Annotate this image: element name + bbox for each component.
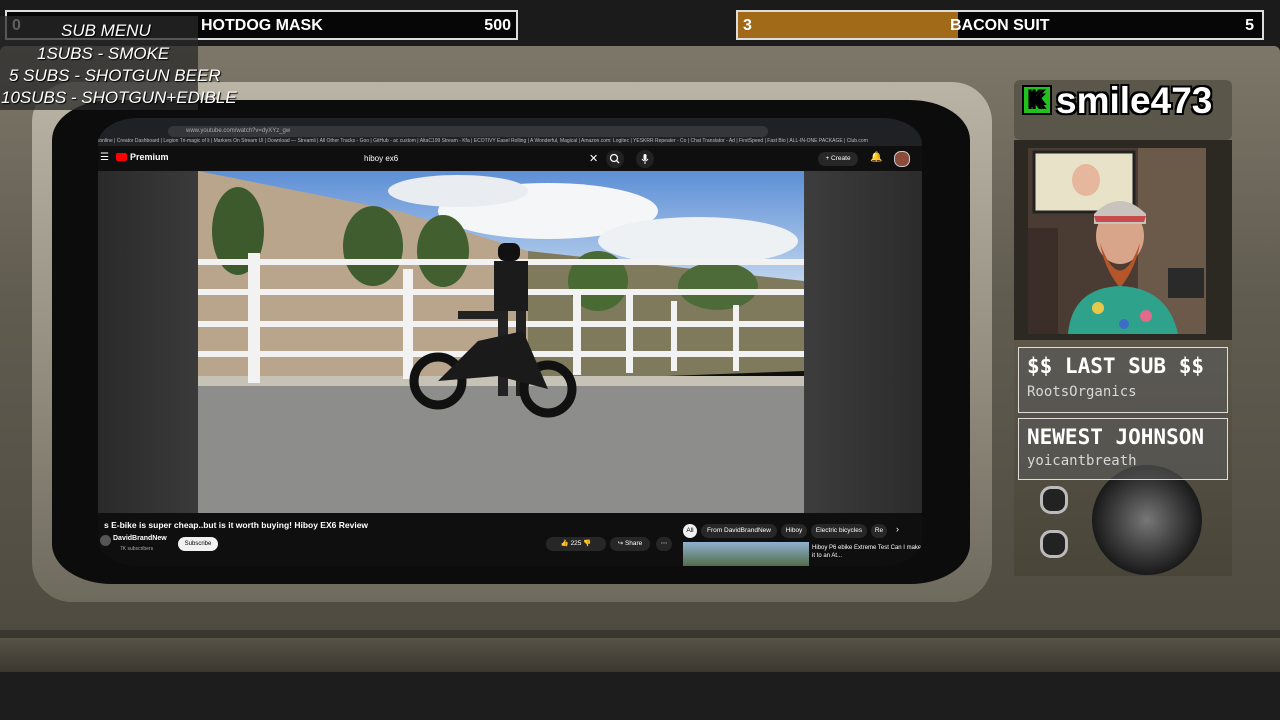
webcam-feed bbox=[1028, 148, 1206, 334]
youtube-logo-text: Premium bbox=[130, 152, 169, 162]
like-count: 225 bbox=[570, 540, 582, 547]
chip-electric-bicycles[interactable]: Electric bicycles bbox=[811, 524, 867, 538]
clear-search-icon[interactable]: ✕ bbox=[589, 152, 598, 165]
video-side-panel-right bbox=[804, 171, 922, 513]
address-bar[interactable]: www.youtube.com/watch?v=dyXYz_gw bbox=[168, 126, 768, 137]
search-input[interactable]: hiboy ex6 bbox=[356, 151, 604, 167]
sub-menu: SUB MENU 1SUBS - SMOKE 5 SUBS - SHOTGUN … bbox=[0, 16, 237, 110]
tv-base bbox=[0, 638, 1280, 672]
sub-menu-item: 5 SUBS - SHOTGUN BEER bbox=[9, 66, 221, 85]
create-label: Create bbox=[831, 155, 851, 162]
chevron-right-icon[interactable]: › bbox=[896, 524, 899, 534]
video-side-panel-left bbox=[98, 171, 198, 513]
bacon-goal-bar: 3 BACON SUIT 5 bbox=[736, 10, 1264, 40]
bacon-goal-fill bbox=[738, 12, 959, 38]
chip-more[interactable]: Re bbox=[871, 524, 887, 538]
chip-hiboy[interactable]: Hiboy bbox=[781, 524, 807, 538]
left-goal-target: 500 bbox=[484, 17, 511, 34]
notifications-icon[interactable]: 🔔 bbox=[870, 152, 882, 163]
sub-menu-item: 1SUBS - SMOKE bbox=[37, 44, 170, 63]
tv-screen: www.youtube.com/watch?v=dyXYz_gw tonline… bbox=[98, 118, 922, 566]
bookmarks-bar[interactable]: tonline | Creator Dashboard | Legion Tri… bbox=[98, 138, 922, 147]
streamer-name: Ksmile473 bbox=[1022, 80, 1212, 122]
sub-menu-title: SUB MENU bbox=[61, 21, 151, 40]
share-button[interactable]: ↪ Share bbox=[610, 537, 650, 551]
newest-panel: NEWEST JOHNSON yoicantbreath bbox=[1018, 418, 1228, 480]
right-goal-title: BACON SUIT bbox=[950, 17, 1050, 34]
kick-logo-icon: K bbox=[1022, 85, 1052, 115]
menu-icon[interactable]: ☰ bbox=[100, 152, 109, 163]
avatar[interactable] bbox=[894, 151, 910, 167]
share-label: Share bbox=[624, 540, 643, 547]
create-button[interactable]: + Create bbox=[818, 152, 858, 166]
search-icon bbox=[609, 153, 620, 164]
channel-avatar[interactable] bbox=[100, 535, 111, 546]
brightness-knob bbox=[1040, 486, 1068, 514]
recommended-thumbnail[interactable] bbox=[683, 542, 809, 566]
last-sub-title: $$ LAST SUB $$ bbox=[1027, 354, 1205, 378]
channel-dial bbox=[1092, 465, 1202, 575]
right-goal-target: 5 bbox=[1245, 17, 1254, 34]
subscribe-button[interactable]: Subscribe bbox=[178, 537, 218, 551]
subscriber-count: 7K subscribers bbox=[120, 546, 154, 552]
video-player[interactable] bbox=[198, 171, 804, 513]
video-frame bbox=[198, 171, 804, 513]
streamer-name-text: smile473 bbox=[1056, 80, 1213, 121]
sub-menu-item: 10SUBS - SHOTGUN+EDIBLE bbox=[1, 88, 237, 107]
voice-search-button[interactable] bbox=[636, 150, 654, 168]
youtube-header: ☰ Premium hiboy ex6 ✕ + Create 🔔 bbox=[98, 147, 922, 171]
recommended-title[interactable]: Hiboy P6 ebike Extreme Test Can I make i… bbox=[812, 544, 922, 560]
webcam-image bbox=[1028, 148, 1206, 334]
newest-name: yoicantbreath bbox=[1027, 453, 1137, 469]
newest-title: NEWEST JOHNSON bbox=[1027, 425, 1205, 449]
like-dislike-group: 👍 225 👎 bbox=[546, 537, 606, 551]
chip-from-channel[interactable]: From DavidBrandNew bbox=[701, 524, 777, 538]
more-actions-button[interactable]: ⋯ bbox=[656, 537, 672, 551]
last-sub-panel: $$ LAST SUB $$ RootsOrganics bbox=[1018, 347, 1228, 413]
youtube-logo[interactable]: Premium bbox=[116, 152, 169, 162]
chip-all[interactable]: All bbox=[683, 524, 697, 538]
search-button[interactable] bbox=[606, 150, 624, 168]
floor bbox=[0, 672, 1280, 720]
like-icon[interactable]: 👍 bbox=[561, 540, 569, 547]
tv-trim bbox=[0, 630, 1280, 638]
contrast-knob bbox=[1040, 530, 1068, 558]
channel-name[interactable]: DavidBrandNew bbox=[113, 535, 167, 542]
left-goal-title: HOTDOG MASK bbox=[201, 17, 323, 34]
dislike-icon[interactable]: 👎 bbox=[583, 540, 591, 547]
last-sub-name: RootsOrganics bbox=[1027, 384, 1137, 400]
right-goal-current: 3 bbox=[743, 17, 752, 34]
share-icon: ↪ bbox=[617, 540, 624, 547]
youtube-play-icon bbox=[116, 153, 127, 161]
more-icon: ⋯ bbox=[660, 540, 668, 547]
microphone-icon bbox=[641, 154, 649, 164]
video-title: s E-bike is super cheap..but is it worth… bbox=[104, 520, 369, 530]
